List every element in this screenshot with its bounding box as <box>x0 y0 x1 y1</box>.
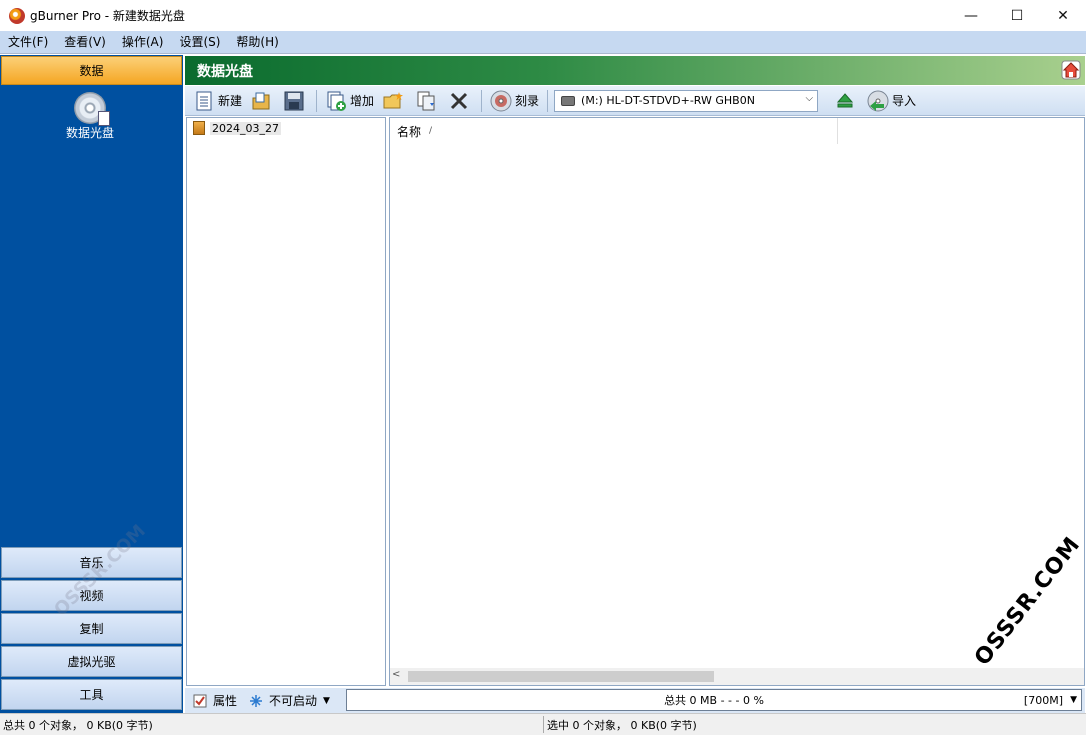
import-label: 导入 <box>892 94 917 108</box>
window-title: gBurner Pro - 新建数据光盘 <box>30 9 185 23</box>
sidebar-item-data[interactable]: 数据 <box>1 56 182 85</box>
add-files-icon <box>327 91 347 111</box>
new-document-icon <box>196 91 212 110</box>
properties-icon <box>193 694 207 707</box>
import-disc-icon <box>867 90 889 111</box>
disc-size-select[interactable]: [700M] <box>1024 694 1063 707</box>
drive-select[interactable]: (M:) HL-DT-STDVD+-RW GHB0N ⌵ <box>554 89 819 112</box>
dropdown-arrow-icon: ▼ <box>323 695 330 706</box>
copy-files-icon <box>417 91 435 110</box>
disc-volume-icon <box>193 121 205 135</box>
sidebar-item-tools[interactable]: 工具 <box>1 679 182 710</box>
drive-value: (M:) HL-DT-STDVD+-RW GHB0N <box>581 94 755 107</box>
toolbar-separator <box>547 89 549 112</box>
menu-file[interactable]: 文件(F) <box>0 31 56 54</box>
properties-label: 属性 <box>213 694 238 708</box>
capacity-bar: 总共 0 MB - - - 0 % [700M] ▼ <box>346 689 1082 711</box>
status-selected: 选中 0 个对象， 0 KB(0 字节) <box>547 719 697 732</box>
sidebar-item-virtual-drive[interactable]: 虚拟光驱 <box>1 646 182 677</box>
window-controls: — ☐ ✕ <box>948 0 1086 31</box>
open-folder-icon <box>252 92 270 109</box>
new-label: 新建 <box>218 94 243 108</box>
menu-action[interactable]: 操作(A) <box>114 31 172 54</box>
toolbar: 新建 增加 刻录 (M:) HL-DT-STDVD+-RW GHB0N ⌵ 导入 <box>185 86 1085 116</box>
new-button[interactable]: 新建 <box>189 88 246 114</box>
add-label: 增加 <box>350 94 375 108</box>
horizontal-scrollbar[interactable]: < <box>390 668 1084 685</box>
save-button[interactable] <box>279 88 312 114</box>
status-divider <box>543 716 544 733</box>
sort-indicator: / <box>429 126 433 136</box>
file-list[interactable]: 名称 / < <box>389 117 1085 686</box>
copy-button[interactable] <box>411 88 444 114</box>
menu-view[interactable]: 查看(V) <box>56 31 114 54</box>
capacity-text: 总共 0 MB - - - 0 % <box>664 694 764 707</box>
delete-icon <box>450 92 468 109</box>
sidebar: 数据 数据光盘 音乐 视频 复制 虚拟光驱 工具 <box>0 55 183 713</box>
home-icon[interactable] <box>1061 60 1081 80</box>
toolbar-separator <box>481 89 483 112</box>
column-header-name[interactable]: 名称 / <box>390 118 838 144</box>
maximize-button[interactable]: ☐ <box>994 0 1040 31</box>
column-name-label: 名称 <box>397 124 422 139</box>
burn-button[interactable]: 刻录 <box>486 88 543 114</box>
data-disc-icon <box>74 92 110 126</box>
section-header: 数据光盘 <box>185 56 1085 85</box>
snowflake-icon <box>250 694 263 707</box>
minimize-button[interactable]: — <box>948 0 994 31</box>
sidebar-item-copy[interactable]: 复制 <box>1 613 182 644</box>
boot-option-dropdown[interactable]: 不可启动 ▼ <box>249 692 330 709</box>
disc-size-arrow-icon[interactable]: ▼ <box>1070 695 1077 705</box>
eject-icon <box>836 92 854 107</box>
scroll-left-icon[interactable]: < <box>392 669 400 680</box>
status-total: 总共 0 个对象， 0 KB(0 字节) <box>3 719 153 732</box>
section-title: 数据光盘 <box>197 63 253 80</box>
open-button[interactable] <box>246 88 279 114</box>
add-button[interactable]: 增加 <box>321 88 378 114</box>
data-disc-label[interactable]: 数据光盘 <box>40 124 140 141</box>
tree-item-root[interactable]: 2024_03_27 <box>193 121 281 135</box>
new-folder-icon <box>383 91 404 108</box>
optical-drive-icon <box>561 95 576 106</box>
import-button[interactable]: 导入 <box>863 88 920 114</box>
new-folder-button[interactable] <box>378 88 411 114</box>
title-bar: gBurner Pro - 新建数据光盘 — ☐ ✕ <box>0 0 1086 31</box>
chevron-down-icon: ⌵ <box>805 92 814 104</box>
menu-settings[interactable]: 设置(S) <box>171 31 228 54</box>
menu-help[interactable]: 帮助(H) <box>228 31 286 54</box>
app-logo-icon <box>9 7 25 24</box>
save-icon <box>284 91 304 110</box>
eject-button[interactable] <box>830 88 863 114</box>
boot-option-label: 不可启动 <box>269 694 318 708</box>
folder-tree[interactable]: 2024_03_27 <box>186 117 386 686</box>
close-button[interactable]: ✕ <box>1040 0 1086 31</box>
delete-button[interactable] <box>444 88 477 114</box>
burn-disc-icon <box>490 90 512 111</box>
menu-bar: 文件(F) 查看(V) 操作(A) 设置(S) 帮助(H) <box>0 31 1086 54</box>
tree-root-label: 2024_03_27 <box>210 121 281 135</box>
status-bar: 总共 0 个对象， 0 KB(0 字节) 选中 0 个对象， 0 KB(0 字节… <box>0 713 1086 735</box>
burn-label: 刻录 <box>515 94 540 108</box>
scrollbar-thumb[interactable] <box>408 671 714 682</box>
properties-button[interactable]: 属性 <box>193 692 237 709</box>
bottom-bar: 属性 不可启动 ▼ 总共 0 MB - - - 0 % [700M] ▼ <box>185 688 1085 713</box>
toolbar-separator <box>316 89 318 112</box>
